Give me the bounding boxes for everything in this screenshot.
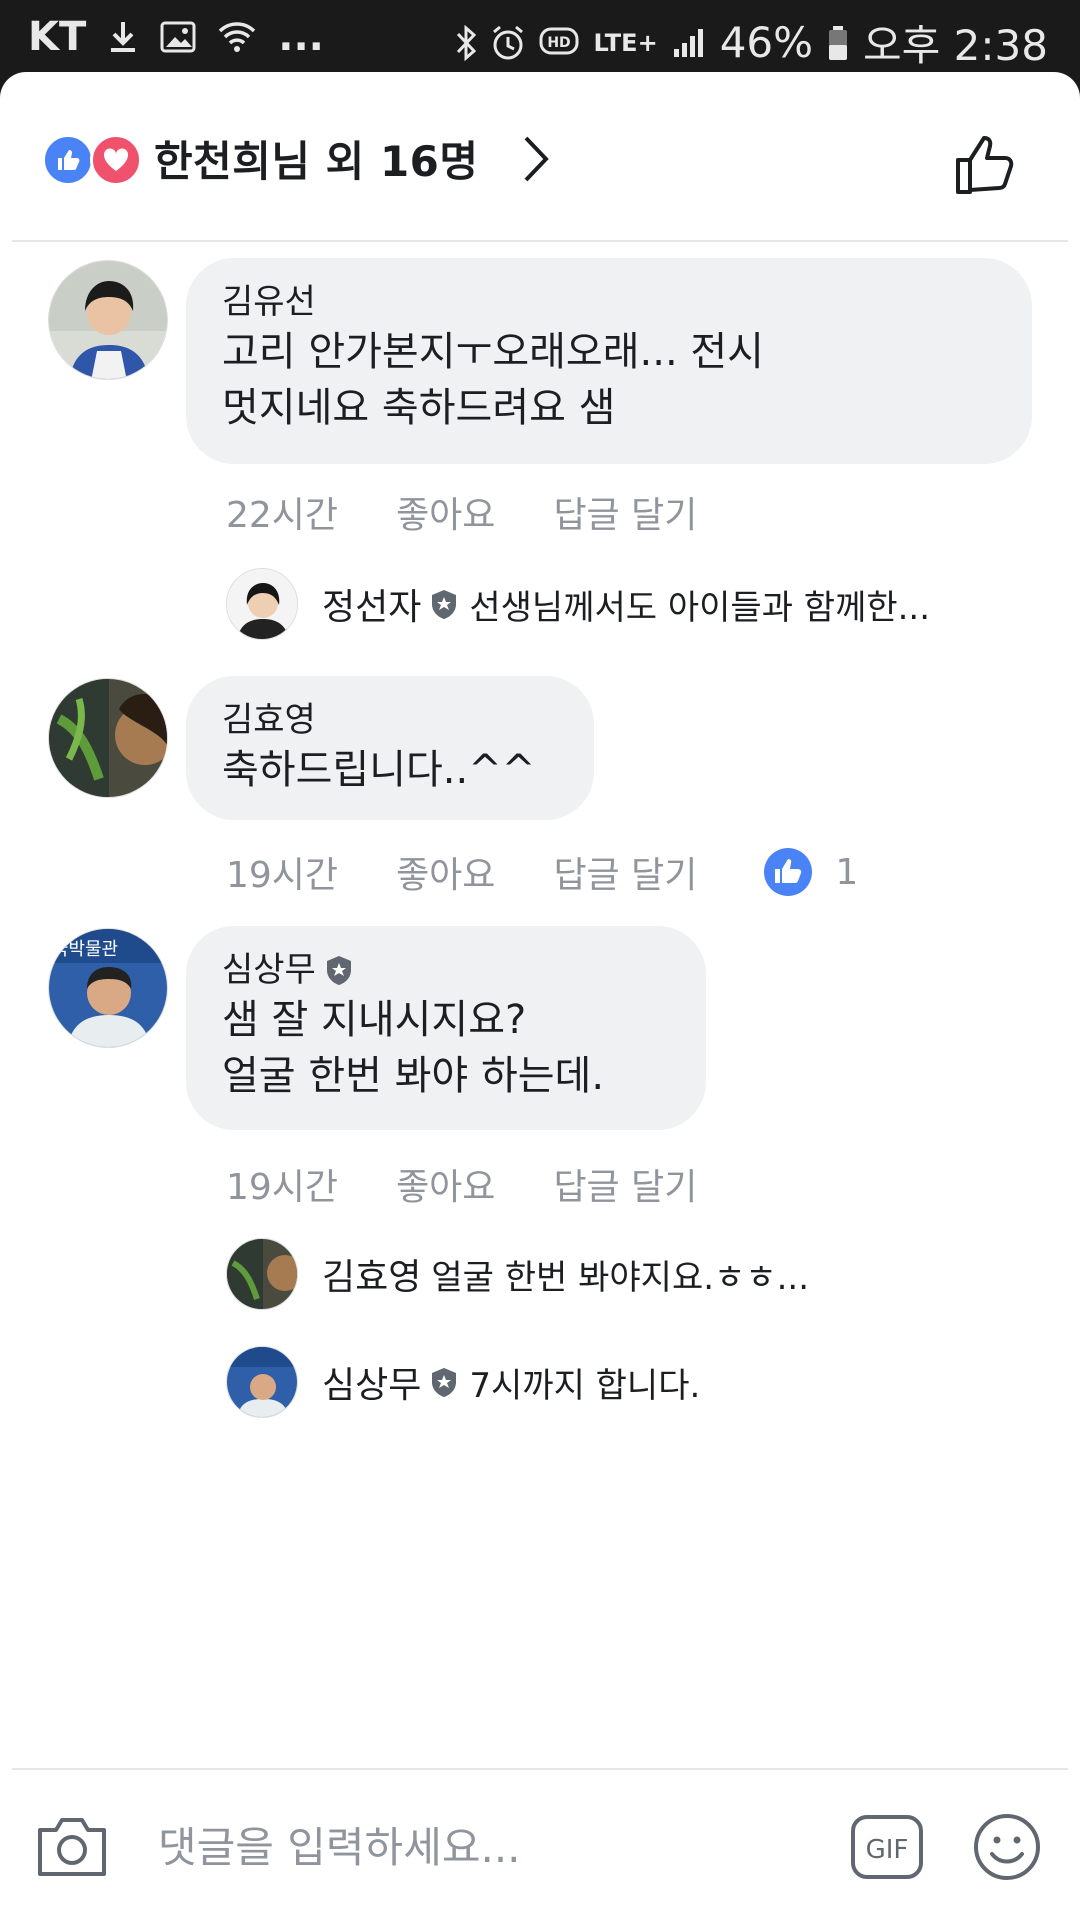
gallery-icon [160,21,196,53]
comment-text: 축하드립니다..^^ [222,747,536,793]
comment-bubble[interactable]: 김유선 고리 안가본지ㅜ오래오래... 전시 멋지네요 축하드려요 샘 [186,258,1032,464]
reaction-summary [42,134,146,186]
battery-icon [827,25,849,61]
alarm-icon [491,25,525,61]
signal-icon [672,27,706,59]
battery-percent: 46% [719,18,814,67]
reply-link[interactable]: 답글 달기 [553,1158,697,1210]
comment-composer: 댓글을 입력하세요... GIF [0,1772,1080,1920]
header-divider [12,240,1068,242]
avatar[interactable] [226,568,298,640]
svg-text:GIF: GIF [866,1835,909,1865]
comment-bubble[interactable]: 김효영 축하드립니다..^^ [186,676,594,820]
comment-timestamp: 19시간 [226,1167,339,1208]
carrier-label: KT [28,14,87,60]
comment-author[interactable]: 심상무 [222,948,670,992]
reactions-header[interactable]: 한천희님 외 16명 [0,72,1080,240]
reply-preview[interactable]: 정선자 선생님께서도 아이들과 함께한... [226,568,930,640]
comment-actions: 19시간 좋아요 답글 달기 [226,1158,755,1210]
comment-actions: 19시간 좋아요 답글 달기 1 [226,846,974,898]
hd-voice-icon: HD [539,26,579,60]
avatar[interactable] [226,1238,298,1310]
camera-icon[interactable] [36,1814,108,1882]
avatar-banner-text: 국박물관 [52,939,118,960]
author-name[interactable]: 김효영 [222,698,316,742]
author-name[interactable]: 김유선 [222,280,316,324]
reply-text: 7시까지 합니다. [469,1365,701,1406]
download-icon [108,20,138,54]
reactors-title[interactable]: 한천희님 외 16명 [154,128,479,189]
comment-bubble[interactable]: 심상무 샘 잘 지내시지요? 얼굴 한번 봐야 하는데. [186,926,706,1130]
comment-timestamp: 19시간 [226,855,339,896]
svg-text:HD: HD [548,35,571,51]
like-reaction-icon [42,134,94,186]
network-type-label: LTE+ [593,28,658,57]
like-link[interactable]: 좋아요 [396,1158,495,1210]
reply-preview[interactable]: 심상무 7시까지 합니다. [226,1346,700,1418]
comment-author[interactable]: 김효영 [222,698,558,742]
emoji-icon[interactable] [972,1812,1042,1886]
comment-text: 샘 잘 지내시지요? 얼굴 한번 봐야 하는데. [222,997,605,1099]
avatar[interactable] [48,260,168,380]
reply-preview[interactable]: 김효영 얼굴 한번 봐야지요.ㅎㅎ... [226,1238,809,1310]
comment-reaction-count[interactable]: 1 [763,847,916,897]
reply-text: 얼굴 한번 봐야지요.ㅎㅎ... [431,1257,810,1298]
reaction-count: 1 [835,851,859,893]
reply-link[interactable]: 답글 달기 [553,846,697,898]
avatar[interactable] [226,1346,298,1418]
chevron-right-icon[interactable] [520,134,550,188]
verified-shield-icon [429,1366,459,1398]
reply-text: 선생님께서도 아이들과 함께한... [469,587,931,628]
wifi-icon [218,21,256,53]
comment-actions: 22시간 좋아요 답글 달기 [226,486,755,538]
author-name[interactable]: 심상무 [222,948,316,992]
comment-text: 고리 안가본지ㅜ오래오래... 전시 멋지네요 축하드려요 샘 [222,329,764,431]
like-link[interactable]: 좋아요 [396,846,495,898]
avatar[interactable] [48,678,168,798]
verified-shield-icon [429,588,459,620]
comment-input[interactable]: 댓글을 입력하세요... [158,1814,521,1875]
reply-author[interactable]: 정선자 [322,578,421,630]
status-bar: KT ... HD LTE+ 46% 오후 2:38 [0,0,1080,76]
gif-icon[interactable]: GIF [850,1814,924,1884]
more-notifications: ... [278,14,324,60]
bluetooth-icon [455,24,477,61]
reply-author[interactable]: 김효영 [322,1248,421,1300]
composer-divider [12,1768,1068,1770]
avatar[interactable]: 국박물관 [48,928,168,1048]
clock: 오후 2:38 [863,21,1048,70]
reply-author[interactable]: 심상무 [322,1356,421,1408]
like-reaction-icon [764,848,813,896]
lte-icon: LTE+ [593,29,657,57]
like-button-icon[interactable] [954,132,1018,200]
like-link[interactable]: 좋아요 [396,486,495,538]
comment-timestamp: 22시간 [226,495,339,536]
love-reaction-icon [90,134,142,186]
comment-author[interactable]: 김유선 [222,280,996,324]
verified-shield-icon [324,954,354,986]
comments-sheet: 한천희님 외 16명 김유선 고리 안가본지ㅜ오래오래... 전시 멋지네요 축… [0,72,1080,1920]
reply-link[interactable]: 답글 달기 [553,486,697,538]
